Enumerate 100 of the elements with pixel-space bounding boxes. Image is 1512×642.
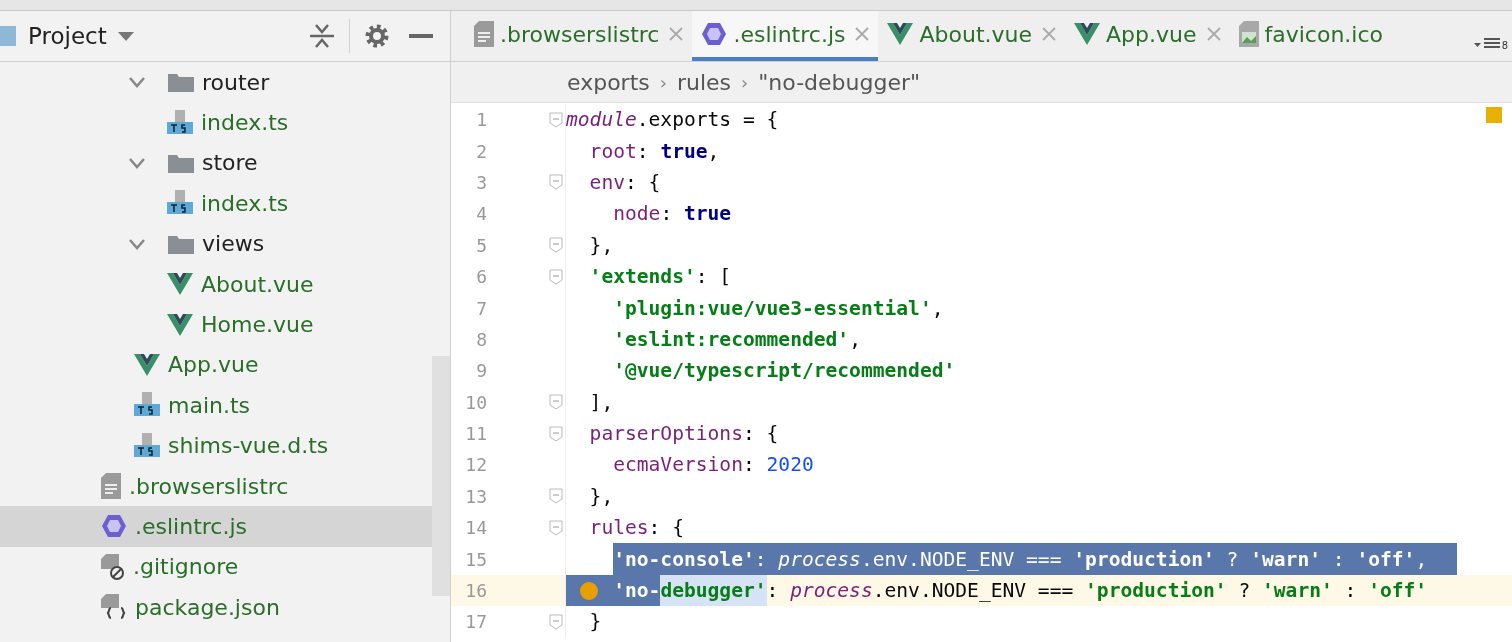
typescript-file-icon — [167, 190, 193, 217]
code-token: process — [790, 578, 873, 605]
code-token: , — [707, 138, 720, 165]
fold-icon[interactable] — [549, 488, 563, 505]
code-token: , — [849, 326, 861, 353]
typescript-file-icon — [167, 109, 193, 136]
code-token: : { — [648, 515, 684, 542]
fold-icon[interactable] — [549, 174, 563, 191]
fold-icon[interactable] — [549, 613, 563, 630]
line-number: 13 — [464, 485, 487, 507]
close-icon[interactable] — [855, 27, 870, 41]
fold-icon[interactable] — [549, 394, 563, 411]
folder-icon — [168, 72, 194, 93]
fold-icon[interactable] — [549, 111, 563, 128]
tree-item[interactable]: views — [0, 223, 432, 264]
code-token: ecmaVersion — [612, 452, 743, 479]
code-token: : — [766, 578, 780, 605]
hexagon-icon — [701, 21, 728, 47]
tree-item[interactable]: index.ts — [0, 183, 432, 224]
code-token: true — [683, 201, 732, 228]
code-token: 'warn' — [1262, 578, 1333, 605]
fold-icon[interactable] — [549, 425, 563, 442]
typescript-file-icon — [134, 432, 160, 459]
tree-item[interactable]: .browserslistrc — [0, 465, 432, 507]
tree-item[interactable]: .gitignore — [0, 546, 432, 588]
window-icon — [0, 24, 18, 48]
line-number: 4 — [475, 203, 487, 225]
fold-icon[interactable] — [549, 268, 563, 285]
editor-tab[interactable]: About.vue — [878, 11, 1065, 61]
tab-list-icon[interactable] — [1473, 37, 1500, 51]
tree-item[interactable]: About.vue — [0, 263, 432, 305]
code-token: }, — [588, 483, 614, 510]
code-token: : — [660, 201, 674, 228]
code-token: : — [754, 543, 779, 575]
image-file-icon — [1238, 21, 1259, 47]
text-file-icon — [101, 473, 121, 500]
code-token: : { — [742, 421, 779, 448]
code-token: : { — [625, 169, 661, 196]
breadcrumb-item[interactable]: rules — [676, 69, 732, 95]
fold-icon[interactable] — [549, 519, 563, 536]
tree-item[interactable]: store — [0, 142, 432, 184]
breadcrumb-separator: › — [741, 71, 749, 93]
line-number: 16 — [464, 580, 487, 602]
scrollbar[interactable] — [432, 356, 450, 596]
code-token: node — [612, 201, 661, 228]
file-name: .gitignore — [133, 554, 239, 580]
close-icon[interactable] — [1042, 27, 1056, 41]
file-name: index.ts — [201, 110, 289, 136]
code-token: module — [566, 107, 637, 134]
close-icon[interactable] — [669, 27, 684, 41]
code-token: process — [778, 543, 861, 575]
folder-icon — [168, 233, 194, 254]
line-number: 12 — [464, 454, 487, 476]
file-name: main.ts — [168, 392, 251, 418]
line-number: 9 — [475, 360, 487, 382]
line-number: 14 — [464, 517, 487, 539]
code-token: ], — [588, 389, 614, 416]
code-token: } — [588, 609, 602, 636]
vue-file-icon — [167, 273, 193, 296]
tree-item[interactable]: Home.vue — [0, 304, 432, 345]
code-token: true — [660, 138, 708, 165]
editor-tab[interactable]: .eslintrc.js — [692, 11, 879, 61]
dropdown-icon[interactable] — [116, 30, 135, 42]
chevron-icon[interactable] — [128, 76, 146, 89]
file-name: store — [202, 150, 258, 176]
file-name: shims-vue.d.ts — [168, 433, 329, 459]
vue-file-icon — [134, 353, 160, 376]
bulb-icon[interactable] — [579, 580, 599, 601]
breadcrumb-item[interactable]: "no-debugger" — [758, 69, 921, 95]
code-token: 'off' — [1368, 578, 1428, 605]
editor-tab[interactable]: App.vue — [1065, 11, 1230, 61]
warning-marker[interactable] — [1486, 107, 1502, 123]
editor-tab[interactable]: .browserslistrc — [465, 11, 693, 61]
code-token: 'warn' — [1250, 543, 1321, 575]
vue-file-icon — [167, 313, 193, 336]
tree-item[interactable]: main.ts — [0, 385, 432, 426]
hexagon-icon — [101, 513, 127, 540]
tree-item[interactable]: router — [0, 62, 432, 103]
line-number: 3 — [475, 171, 487, 193]
chevron-icon[interactable] — [128, 156, 146, 169]
tree-item[interactable]: App.vue — [0, 344, 432, 386]
folder-icon — [168, 152, 194, 173]
line-number: 6 — [475, 266, 487, 288]
close-icon[interactable] — [1206, 27, 1221, 41]
file-name: About.vue — [201, 271, 314, 297]
breadcrumb-item[interactable]: exports — [567, 69, 650, 95]
tree-item[interactable]: shims-vue.d.ts — [0, 425, 432, 466]
code-token: }, — [588, 232, 614, 259]
code-token: ? — [1214, 543, 1251, 575]
tab-count: 8 — [1501, 40, 1508, 51]
tree-item[interactable]: package.json — [0, 587, 432, 628]
fold-icon[interactable] — [549, 237, 563, 254]
tree-item[interactable]: .eslintrc.js — [0, 506, 432, 547]
chevron-icon[interactable] — [128, 237, 146, 250]
tree-item[interactable]: index.ts — [0, 102, 432, 143]
line-number: 11 — [464, 423, 487, 445]
code-token: rules — [588, 515, 649, 542]
typescript-file-icon — [134, 392, 160, 419]
editor-tab[interactable]: favicon.ico — [1229, 11, 1393, 61]
json-file-icon — [101, 594, 127, 621]
